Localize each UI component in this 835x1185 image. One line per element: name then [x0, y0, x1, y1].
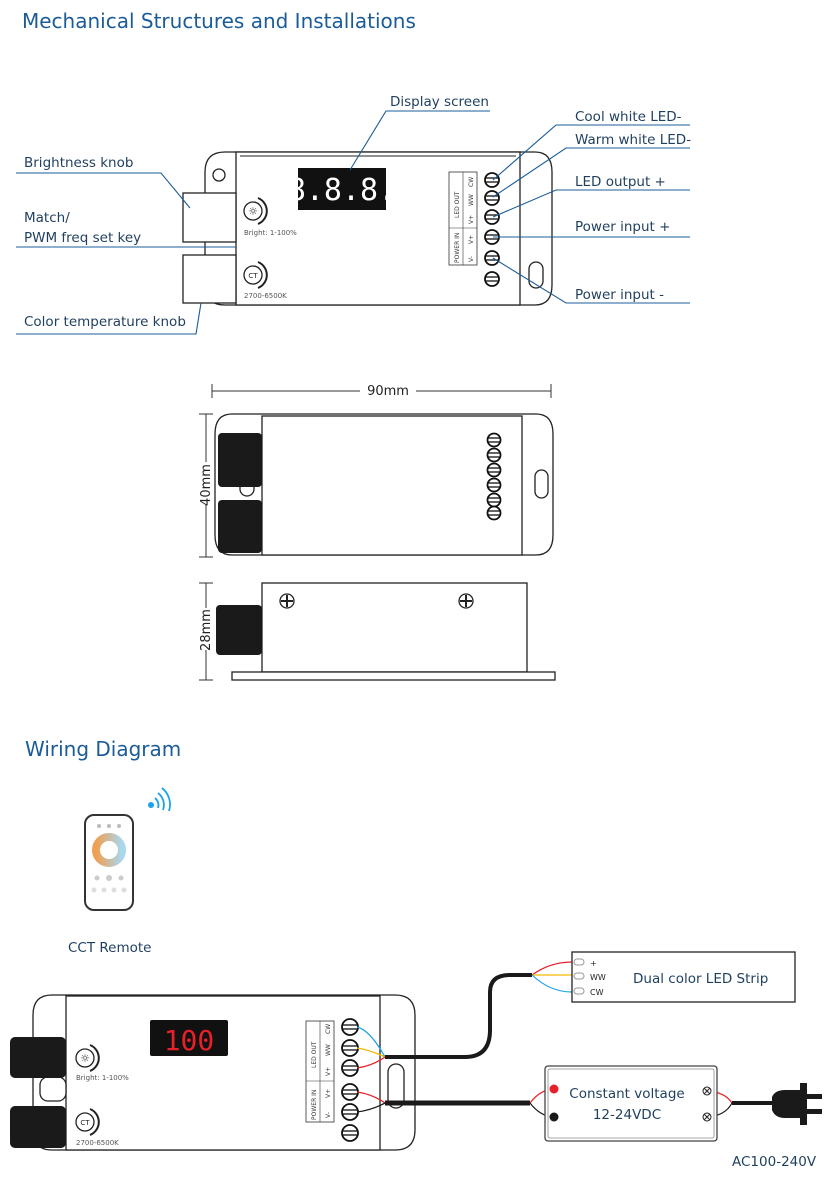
svg-text:V+: V+	[325, 1089, 332, 1098]
wiring-device: 100 ☼ Bright: 1-100% CT 2700-6500K LED O…	[10, 994, 416, 1151]
svg-text:☼: ☼	[80, 1052, 90, 1065]
svg-text:100: 100	[164, 1024, 215, 1057]
svg-text:V+: V+	[325, 1067, 332, 1076]
svg-text:Bright: 1-100%: Bright: 1-100%	[244, 229, 297, 237]
svg-text:2700-6500K: 2700-6500K	[76, 1139, 119, 1147]
color-temperature-knob	[182, 254, 237, 304]
screw-terminal-icon	[702, 1086, 712, 1096]
svg-text:8.8.8.: 8.8.8.	[288, 173, 396, 208]
power-input-minus-label: Power input -	[575, 287, 664, 303]
svg-text:LED OUT: LED OUT	[454, 191, 461, 218]
svg-text:CW: CW	[468, 177, 475, 187]
svg-text:☼: ☼	[248, 205, 258, 218]
screw-icon	[458, 593, 474, 609]
svg-text:WW: WW	[590, 973, 606, 982]
svg-text:WW: WW	[468, 194, 475, 206]
svg-text:POWER IN: POWER IN	[311, 1090, 318, 1120]
terminal-screw-icon	[484, 190, 500, 206]
svg-text:V+: V+	[468, 235, 475, 244]
diagram-canvas: Mechanical Structures and Installations …	[10, 9, 822, 1170]
dimension-top-view: 90mm 40mm	[196, 380, 554, 558]
depth-dimension: 28mm	[199, 609, 214, 651]
terminal-screw-icon	[341, 1103, 359, 1121]
match-key-label: Match/	[24, 210, 70, 226]
terminal-screw-icon	[486, 492, 502, 508]
psu-label-line2: 12-24VDC	[593, 1107, 661, 1123]
wireless-signal-icon	[148, 787, 171, 812]
svg-text:CT: CT	[80, 1119, 90, 1127]
warm-white-label: Warm white LED-	[575, 132, 691, 148]
display-screen-label: Display screen	[390, 94, 489, 110]
power-supply: Constant voltage 12-24VDC	[544, 1065, 718, 1142]
svg-text:Bright: 1-100%: Bright: 1-100%	[76, 1074, 129, 1082]
terminal-screw-icon	[484, 250, 500, 266]
power-input-plus-label: Power input +	[575, 219, 670, 235]
led-strip-label: Dual color LED Strip	[633, 971, 768, 987]
svg-text:CT: CT	[248, 272, 258, 280]
terminal-screw-icon	[484, 172, 500, 188]
svg-text:V-: V-	[468, 256, 475, 262]
dimension-side-view: 28mm	[196, 582, 556, 681]
terminal-screw-icon	[486, 477, 502, 493]
svg-text:CW: CW	[325, 1024, 332, 1034]
svg-text:POWER IN: POWER IN	[454, 233, 461, 263]
terminal-screw-icon	[486, 432, 502, 448]
svg-text:V-: V-	[325, 1112, 332, 1118]
svg-text:2700-6500K: 2700-6500K	[244, 292, 287, 300]
terminal-screw-icon	[486, 505, 502, 521]
led-strip: + WW CW Dual color LED Strip	[571, 951, 796, 1003]
brightness-knob-label: Brightness knob	[24, 155, 133, 171]
terminal-screw-icon	[486, 462, 502, 478]
screw-terminal-icon	[702, 1112, 712, 1122]
width-dimension: 90mm	[367, 384, 409, 399]
cct-remote-label: CCT Remote	[68, 940, 151, 956]
svg-text:CW: CW	[590, 988, 604, 997]
terminal-screw-icon	[341, 1018, 359, 1036]
terminal-screw-icon	[341, 1083, 359, 1101]
terminal-screw-icon	[341, 1039, 359, 1057]
power-plug-icon	[772, 1083, 822, 1125]
cool-white-label: Cool white LED-	[575, 109, 682, 125]
ac-voltage-label: AC100-240V	[732, 1154, 817, 1170]
terminal-screw-icon	[486, 447, 502, 463]
led-output-label: LED output +	[575, 174, 666, 190]
svg-text:WW: WW	[325, 1044, 332, 1056]
svg-text:+: +	[590, 959, 597, 968]
pwm-freq-label: PWM freq set key	[24, 230, 141, 246]
terminal-screw-icon	[484, 209, 500, 225]
mechanical-title: Mechanical Structures and Installations	[22, 9, 416, 33]
screw-icon	[279, 593, 295, 609]
height-dimension: 40mm	[199, 464, 214, 506]
svg-text:V+: V+	[468, 215, 475, 224]
cct-remote	[84, 814, 134, 911]
terminal-screw-icon	[341, 1124, 359, 1142]
psu-label-line1: Constant voltage	[569, 1086, 684, 1102]
wiring-title: Wiring Diagram	[25, 737, 181, 761]
top-view-device: 8.8.8. ☼ Bright: 1-100% CT 2700-6500K LE…	[182, 151, 553, 306]
svg-text:LED OUT: LED OUT	[311, 1041, 318, 1068]
color-temperature-knob-label: Color temperature knob	[24, 314, 186, 330]
terminal-screw-icon	[341, 1059, 359, 1077]
terminal-screw-icon	[484, 271, 500, 287]
brightness-knob	[182, 192, 237, 243]
